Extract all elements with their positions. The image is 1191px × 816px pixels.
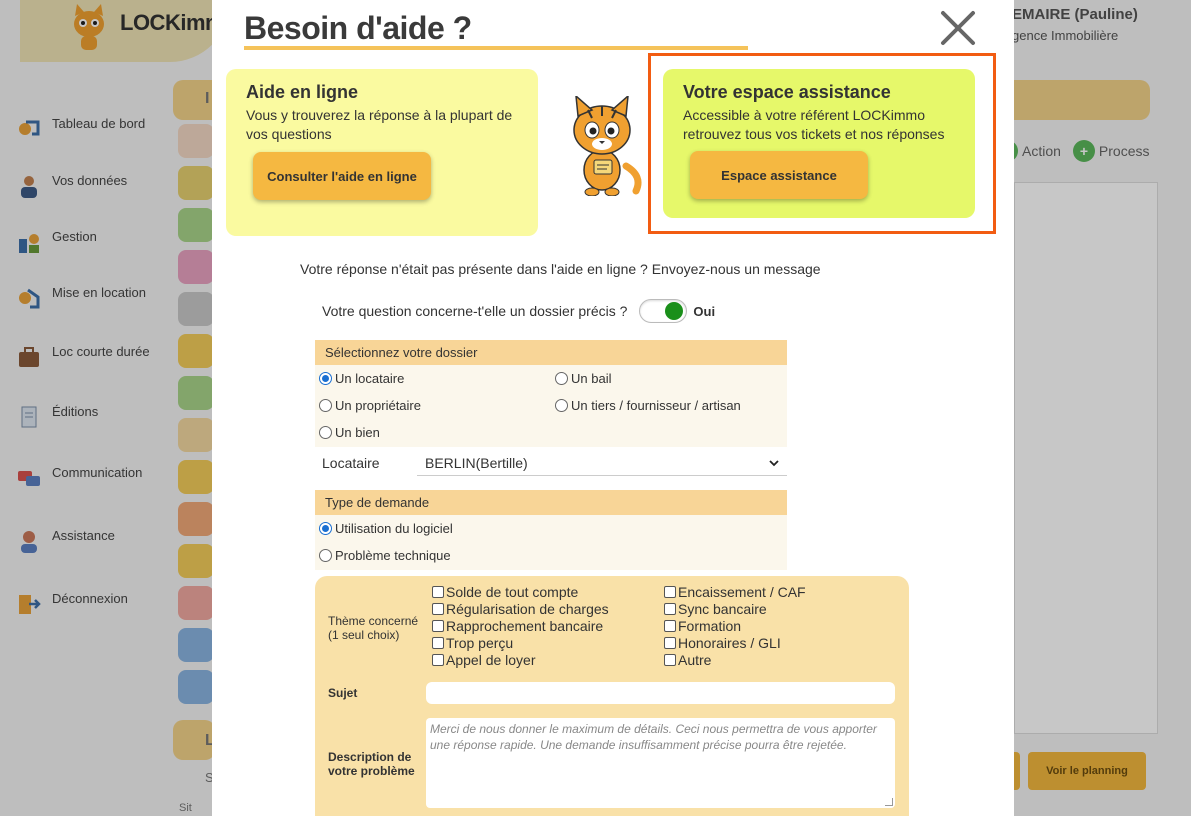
theme-checkbox-rent-call[interactable]: Appel de loyer — [432, 652, 536, 668]
checkbox[interactable] — [432, 637, 444, 649]
chevron-down-icon — [769, 459, 779, 466]
tenant-label: Locataire — [322, 455, 380, 471]
theme-checkbox-charges[interactable]: Régularisation de charges — [432, 601, 609, 617]
checkbox-label: Rapprochement bancaire — [446, 618, 604, 634]
radio-technical-problem[interactable]: Problème technique — [319, 548, 451, 563]
toggle-label: Oui — [693, 303, 716, 319]
radio-button[interactable] — [319, 426, 332, 439]
checkbox-label: Encaissement / CAF — [678, 584, 806, 600]
radio-button[interactable] — [555, 372, 568, 385]
request-type-body: Utilisation du logiciel Problème techniq… — [315, 515, 787, 570]
checkbox-label: Trop perçu — [446, 635, 514, 651]
theme-checkbox-training[interactable]: Formation — [664, 618, 741, 634]
subject-input[interactable] — [426, 682, 895, 704]
toggle-knob — [665, 302, 684, 320]
description-placeholder: Merci de nous donner le maximum de détai… — [430, 722, 877, 752]
checkbox-label: Formation — [678, 618, 742, 634]
radio-label: Un locataire — [335, 371, 405, 386]
tenant-select-value: BERLIN(Bertille) — [425, 454, 528, 471]
theme-sublabel: (1 seul choix) — [328, 628, 400, 642]
checkbox[interactable] — [432, 654, 444, 666]
theme-label: Thème concerné — [328, 614, 419, 628]
radio-label: Utilisation du logiciel — [335, 521, 453, 536]
radio-label: Un bien — [335, 425, 380, 440]
checkbox[interactable] — [432, 586, 444, 598]
checkbox[interactable] — [432, 603, 444, 615]
description-textarea[interactable]: Merci de nous donner le maximum de détai… — [426, 718, 895, 808]
radio-label: Problème technique — [335, 548, 451, 563]
message-form: Thème concerné (1 seul choix) Solde de t… — [315, 576, 909, 816]
radio-button[interactable] — [319, 522, 332, 535]
description-label-line2: votre problème — [328, 764, 415, 778]
title-underline — [244, 46, 748, 50]
checkbox-label: Sync bancaire — [678, 601, 767, 617]
tenant-select[interactable]: BERLIN(Bertille) — [417, 450, 787, 476]
dossier-question-row: Votre question concerne-t'elle un dossie… — [322, 299, 715, 323]
radio-tenant[interactable]: Un locataire — [319, 371, 404, 386]
request-type-header: Type de demande — [315, 490, 787, 515]
highlight-frame — [648, 53, 996, 234]
radio-button[interactable] — [319, 549, 332, 562]
theme-checkbox-overpayment[interactable]: Trop perçu — [432, 635, 513, 651]
dossier-toggle[interactable] — [639, 299, 688, 323]
radio-lease[interactable]: Un bail — [555, 371, 611, 386]
checkbox-label: Appel de loyer — [446, 652, 536, 668]
dossier-question-label: Votre question concerne-t'elle un dossie… — [322, 303, 628, 319]
radio-button[interactable] — [319, 372, 332, 385]
theme-checkbox-other[interactable]: Autre — [664, 652, 711, 668]
checkbox[interactable] — [432, 620, 444, 632]
checkbox[interactable] — [664, 637, 676, 649]
dossier-section-body: Un locataire Un bail Un propriétaire Un … — [315, 365, 787, 447]
checkbox[interactable] — [664, 586, 676, 598]
online-help-text: Vous y trouverez la réponse à la plupart… — [246, 107, 513, 142]
help-modal: Besoin d'aide ? Aide en ligne Vous y tro… — [212, 0, 1014, 816]
online-help-card: Aide en ligne Vous y trouverez la répons… — [226, 69, 538, 236]
radio-button[interactable] — [555, 399, 568, 412]
radio-property[interactable]: Un bien — [319, 425, 380, 440]
radio-label: Un bail — [571, 371, 612, 386]
checkbox-label: Honoraires / GLI — [678, 635, 781, 651]
intro-text: Votre réponse n'était pas présente dans … — [300, 261, 821, 277]
checkbox-label: Régularisation de charges — [446, 601, 609, 617]
resize-handle[interactable] — [885, 798, 893, 806]
close-icon[interactable] — [940, 6, 976, 48]
modal-title: Besoin d'aide ? — [244, 10, 472, 46]
theme-checkbox-final-balance[interactable]: Solde de tout compte — [432, 584, 578, 600]
checkbox[interactable] — [664, 603, 676, 615]
theme-checkbox-bank-reconciliation[interactable]: Rapprochement bancaire — [432, 618, 603, 634]
theme-checkbox-collection-caf[interactable]: Encaissement / CAF — [664, 584, 806, 600]
dossier-section-header: Sélectionnez votre dossier — [315, 340, 787, 365]
checkbox-label: Autre — [678, 652, 712, 668]
radio-software-usage[interactable]: Utilisation du logiciel — [319, 521, 453, 536]
cat-mascot-icon — [573, 96, 642, 196]
theme-checkbox-bank-sync[interactable]: Sync bancaire — [664, 601, 767, 617]
subject-label: Sujet — [328, 686, 358, 700]
theme-checkbox-fees[interactable]: Honoraires / GLI — [664, 635, 781, 651]
radio-label: Un tiers / fournisseur / artisan — [571, 398, 741, 413]
checkbox[interactable] — [664, 620, 676, 632]
radio-third-party[interactable]: Un tiers / fournisseur / artisan — [555, 398, 741, 413]
radio-button[interactable] — [319, 399, 332, 412]
checkbox[interactable] — [664, 654, 676, 666]
consult-help-button[interactable]: Consulter l'aide en ligne — [253, 152, 431, 200]
online-help-title: Aide en ligne — [246, 82, 359, 102]
radio-label: Un propriétaire — [335, 398, 421, 413]
checkbox-label: Solde de tout compte — [446, 584, 579, 600]
radio-owner[interactable]: Un propriétaire — [319, 398, 421, 413]
description-label-line1: Description de — [328, 750, 412, 764]
